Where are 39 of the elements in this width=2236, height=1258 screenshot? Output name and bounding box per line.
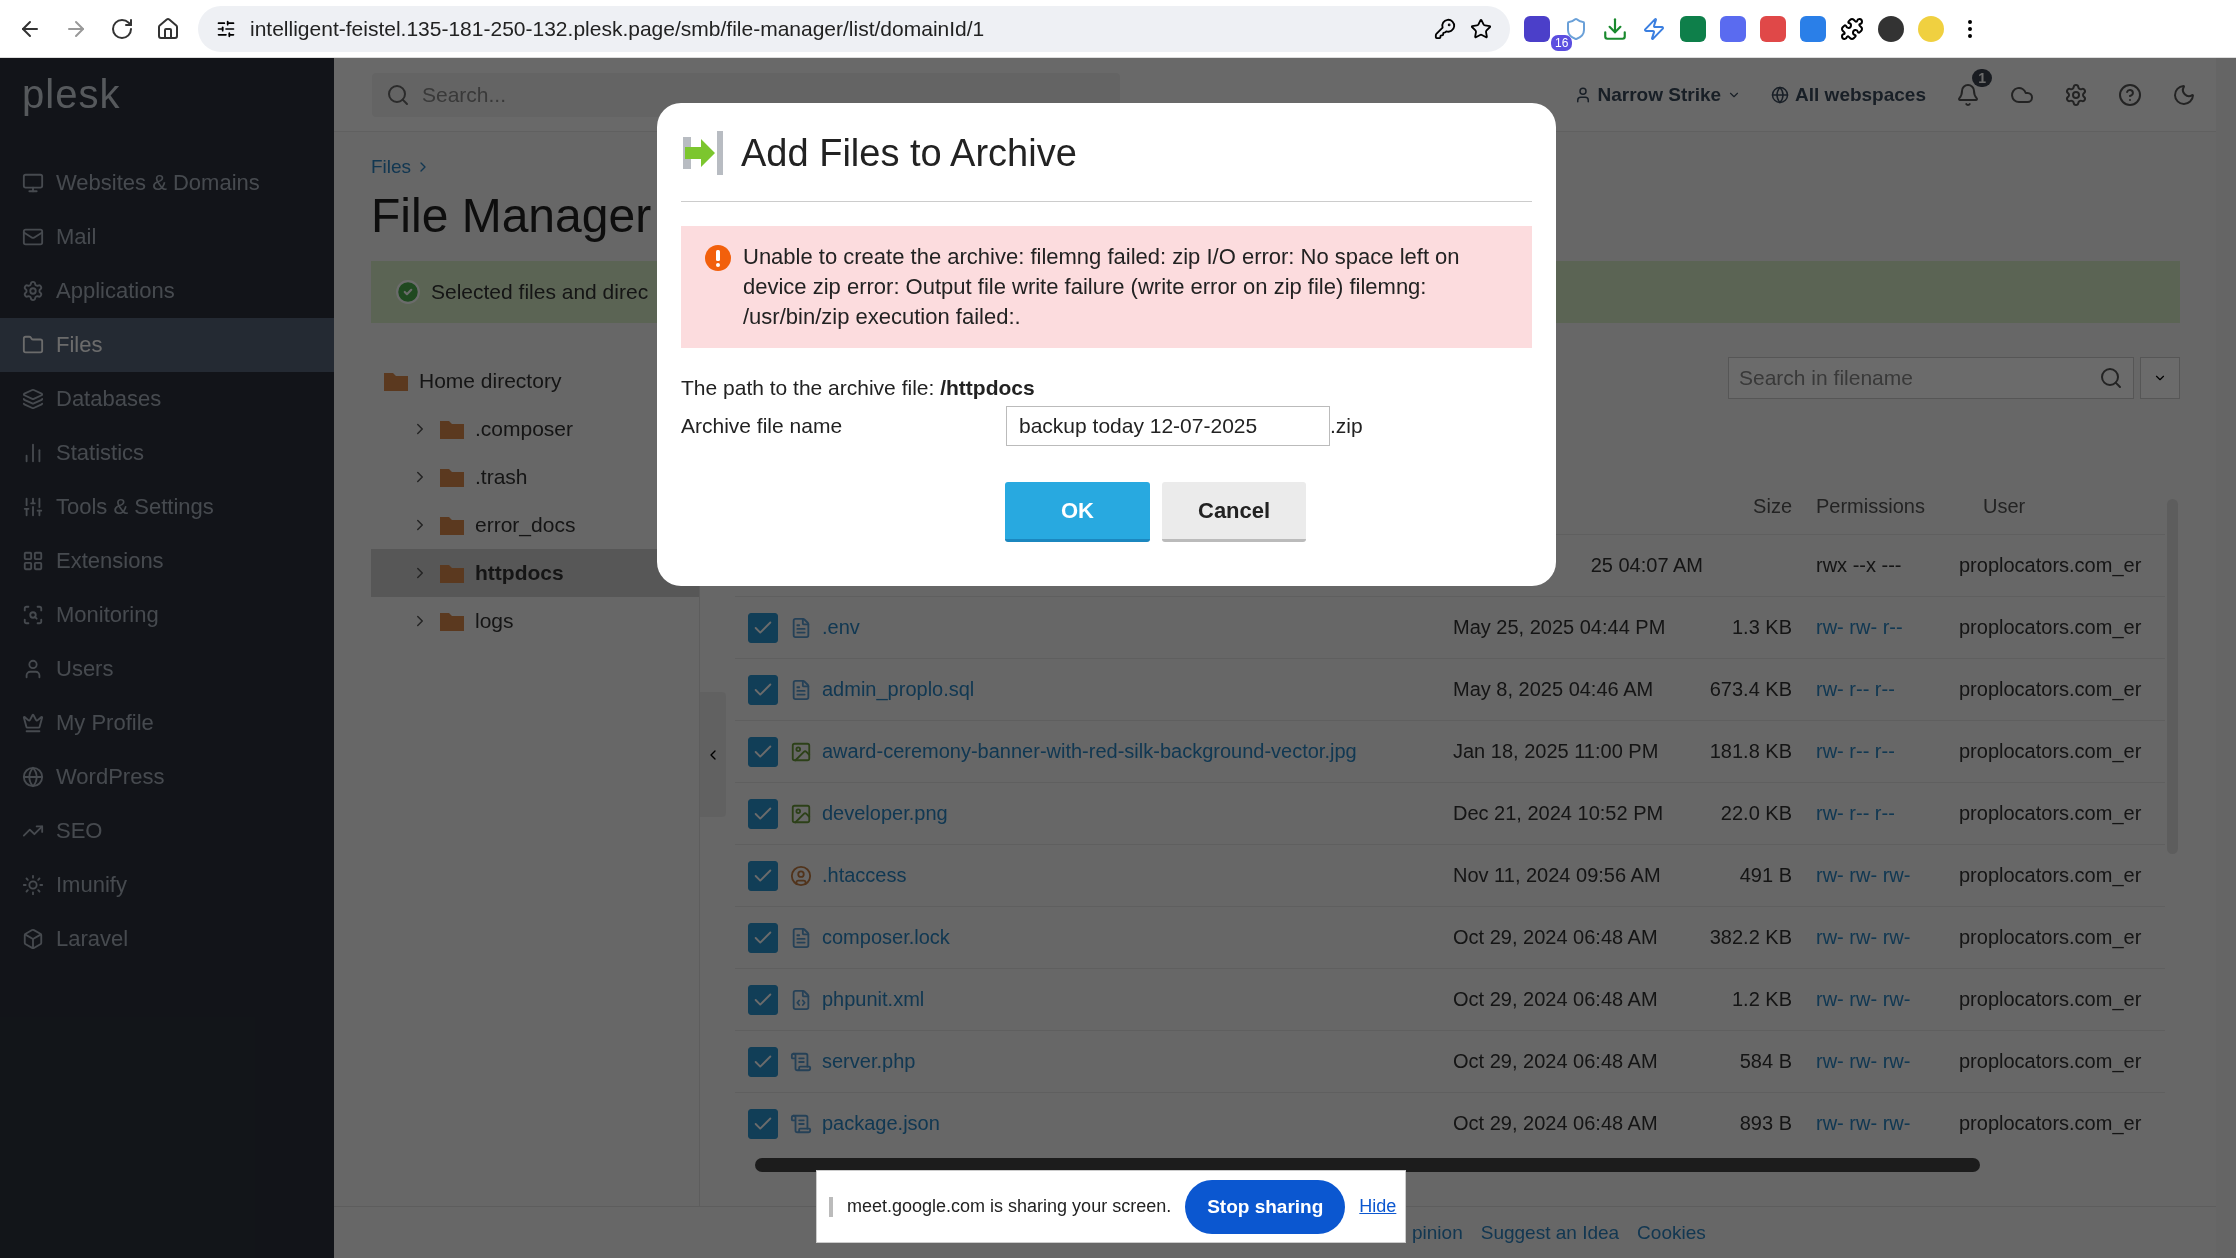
dialog-title: Add Files to Archive (741, 131, 1077, 175)
date-text: May 25, 2025 04:44 PM (1453, 616, 1666, 639)
user-text: proplocators.com_er (1959, 554, 2142, 577)
user-text: proplocators.com_er (1959, 926, 2142, 949)
date-text: 25 04:07 AM (1590, 554, 1703, 577)
field-label: Archive file name (681, 414, 844, 438)
archive-path-text: The path to the archive file: /httpdocs (681, 376, 1036, 400)
size-text: 181.8 KB (1709, 740, 1792, 763)
date-text: Oct 29, 2024 06:48 AM (1453, 926, 1658, 949)
date-text: Nov 11, 2024 09:56 AM (1453, 864, 1661, 887)
user-text: proplocators.com_er (1959, 802, 2142, 825)
size-text: 22.0 KB (1720, 802, 1792, 825)
user-text: proplocators.com_er (1959, 740, 2142, 763)
user-text: proplocators.com_er (1959, 864, 2142, 887)
size-text: 584 B (1739, 1050, 1792, 1073)
permissions-text: rwx --x --- (1815, 554, 1902, 577)
page-title: File Manager (371, 188, 653, 243)
size-text: 491 B (1739, 864, 1792, 887)
date-text: May 8, 2025 04:46 AM (1453, 678, 1654, 701)
extension-suffix: .zip (1330, 414, 1363, 438)
size-text: 673.4 KB (1709, 678, 1792, 701)
date-text: Oct 29, 2024 06:48 AM (1453, 1112, 1658, 1135)
date-text: Oct 29, 2024 06:48 AM (1453, 1050, 1658, 1073)
extension-badge: 16 (1551, 34, 1573, 51)
date-text: Oct 29, 2024 06:48 AM (1453, 988, 1658, 1011)
date-text: Dec 21, 2024 10:52 PM (1453, 802, 1664, 825)
user-text: proplocators.com_er (1959, 1112, 2142, 1135)
user-text: proplocators.com_er (1959, 616, 2142, 639)
size-text: 382.2 KB (1709, 926, 1792, 949)
url-text: intelligent-feistel.135-181-250-132.plesk.page/smb/file-manager/list/domainId/1 (250, 16, 986, 41)
date-text: Jan 18, 2025 11:00 PM (1453, 740, 1659, 763)
sharing-message: meet.google.com is sharing your screen. (847, 1196, 1172, 1217)
user-text: proplocators.com_er (1959, 678, 2142, 701)
notification-badge: 1 (1972, 68, 1992, 87)
user-text: proplocators.com_er (1959, 1050, 2142, 1073)
size-text: 1.2 KB (1731, 988, 1792, 1011)
size-text: 893 B (1739, 1112, 1792, 1135)
size-text: 1.3 KB (1731, 616, 1792, 639)
user-text: proplocators.com_er (1959, 988, 2142, 1011)
